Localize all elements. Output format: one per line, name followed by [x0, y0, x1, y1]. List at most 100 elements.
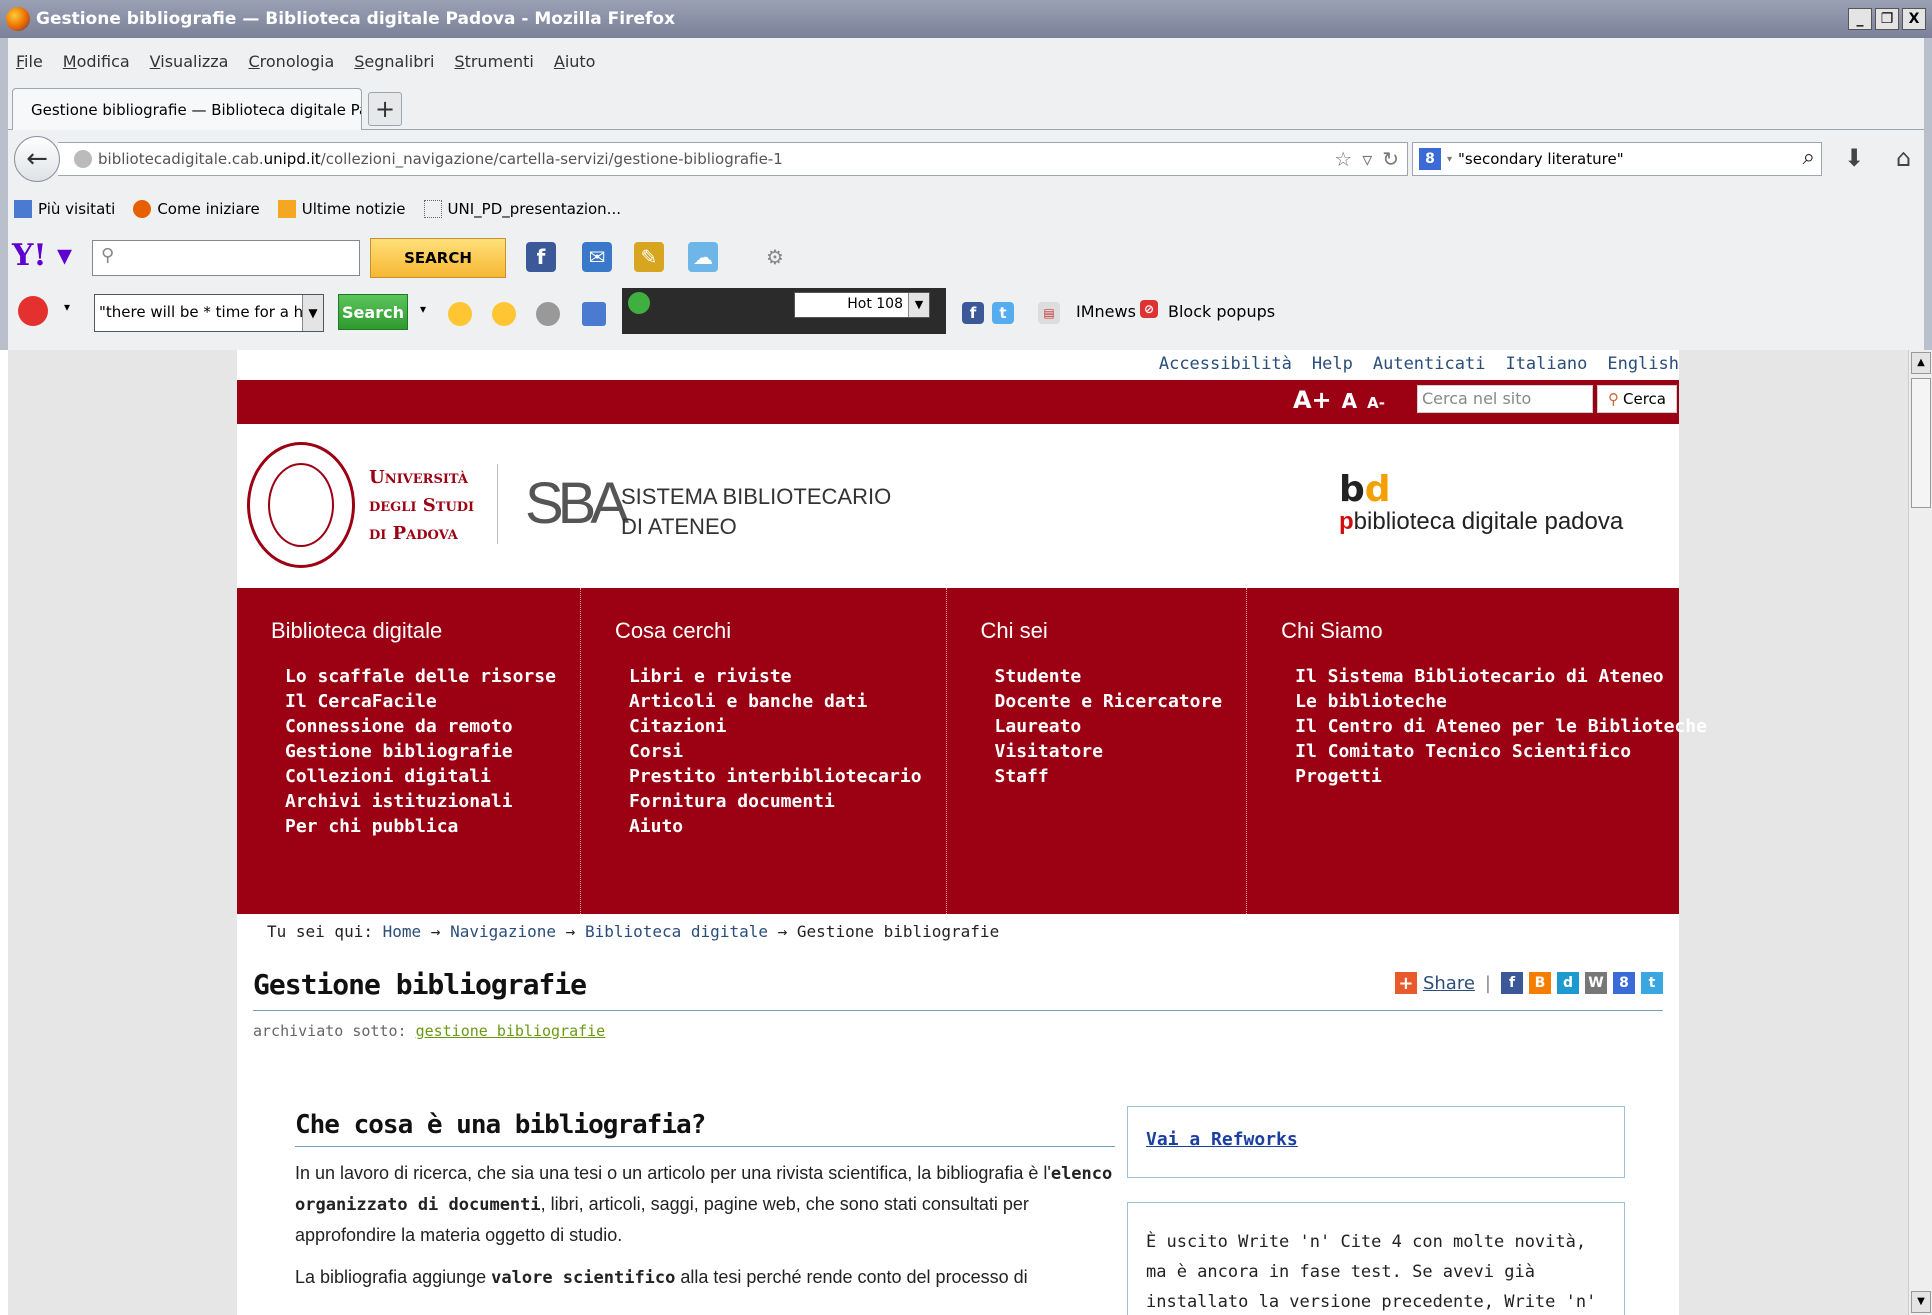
imesh-search-button[interactable]: Search	[338, 294, 408, 330]
menu-file[interactable]: File	[16, 52, 43, 71]
menu-segnalibri[interactable]: Segnalibri	[354, 52, 434, 71]
menu-link[interactable]: Studente	[981, 664, 1223, 689]
menu-cronologia[interactable]: Cronologia	[248, 52, 334, 71]
menu-link[interactable]: Il Sistema Bibliotecario di Ateneo	[1281, 664, 1707, 689]
menu-link[interactable]: Laureato	[981, 714, 1223, 739]
menu-link[interactable]: Le biblioteche	[1281, 689, 1707, 714]
share-link[interactable]: Share	[1423, 973, 1475, 994]
login-link[interactable]: Autenticati	[1373, 354, 1486, 374]
maximize-button[interactable]: ❐	[1875, 8, 1899, 30]
minimize-button[interactable]: _	[1848, 8, 1872, 30]
google-plus-icon[interactable]: 8	[1613, 972, 1635, 994]
accessibility-link[interactable]: Accessibilità	[1159, 354, 1292, 374]
menu-link[interactable]: Lo scaffale delle risorse	[271, 664, 556, 689]
menu-column-title[interactable]: Chi sei	[981, 618, 1223, 644]
twitter-icon[interactable]: t	[1641, 972, 1663, 994]
breadcrumb-navigazione[interactable]: Navigazione	[450, 922, 556, 941]
breadcrumb-biblioteca-digitale[interactable]: Biblioteca digitale	[585, 922, 768, 941]
menu-link[interactable]: Articoli e banche dati	[615, 689, 922, 714]
games-icon[interactable]	[536, 302, 560, 326]
menu-strumenti[interactable]: Strumenti	[454, 52, 533, 71]
vertical-scrollbar[interactable]: ▲ ▼	[1908, 350, 1932, 1315]
block-popups-link[interactable]: Block popups	[1168, 302, 1275, 321]
search-engine-dropdown-icon[interactable]: ▾	[1447, 154, 1452, 165]
menu-link[interactable]: Collezioni digitali	[271, 764, 556, 789]
emoticons-icon[interactable]	[492, 302, 516, 326]
menu-column-title[interactable]: Biblioteca digitale	[271, 618, 556, 644]
url-bar[interactable]: bibliotecadigitale.cab. unipd.it/collezio…	[58, 142, 1408, 176]
yahoo-logo-icon[interactable]: Y! ▾	[12, 238, 72, 273]
menu-column-title[interactable]: Chi Siamo	[1281, 618, 1707, 644]
menu-link[interactable]: Il Centro di Ateneo per le Biblioteche	[1281, 714, 1707, 739]
weather-icon[interactable]: ☁	[688, 242, 718, 272]
italiano-link[interactable]: Italiano	[1505, 354, 1587, 374]
menu-link[interactable]: Docente e Ricercatore	[981, 689, 1223, 714]
scroll-up-arrow-icon[interactable]: ▲	[1911, 352, 1931, 374]
menu-visualizza[interactable]: Visualizza	[150, 52, 229, 71]
tab-active[interactable]: Gestione bibliografie — Biblioteca digit…	[12, 88, 362, 130]
menu-link[interactable]: Libri e riviste	[615, 664, 922, 689]
settings-gear-icon[interactable]: ⚙	[760, 242, 790, 272]
reload-icon[interactable]: ↻	[1382, 147, 1399, 171]
menu-link[interactable]: Corsi	[615, 739, 922, 764]
breadcrumb-home[interactable]: Home	[383, 922, 422, 941]
imesh-logo-icon[interactable]	[18, 296, 48, 326]
menu-link[interactable]: Prestito interbibliotecario	[615, 764, 922, 789]
font-increase-button[interactable]: A+	[1293, 386, 1332, 414]
smiley-icon[interactable]	[448, 302, 472, 326]
bookmark-ultime-notizie[interactable]: Ultime notizie	[277, 200, 406, 219]
downloads-icon[interactable]: ⬇	[1844, 144, 1864, 172]
help-link[interactable]: Help	[1312, 354, 1353, 374]
unipd-logo[interactable]: Università degli Studi di Padova	[369, 464, 474, 548]
menu-link[interactable]: Visitatore	[981, 739, 1223, 764]
web-search-bar[interactable]: 8 ▾ "secondary literature" ⌕	[1412, 142, 1822, 176]
menu-link[interactable]: Archivi istituzionali	[271, 789, 556, 814]
hot-radio-select[interactable]: Hot 108	[794, 292, 930, 318]
wordpress-icon[interactable]: W	[1585, 972, 1607, 994]
screen-icon[interactable]	[582, 302, 606, 326]
refworks-link[interactable]: Vai a Refworks	[1146, 1129, 1298, 1150]
site-identity-icon[interactable]	[74, 150, 92, 168]
twitter-share-icon[interactable]: t	[992, 302, 1014, 324]
menu-link[interactable]: Il CercaFacile	[271, 689, 556, 714]
imesh-menu-dropdown-icon[interactable]: ▾	[64, 300, 70, 314]
back-button[interactable]: ←	[14, 136, 60, 182]
menu-link[interactable]: Aiuto	[615, 814, 922, 839]
home-icon[interactable]: ⌂	[1896, 144, 1911, 172]
menu-link[interactable]: Gestione bibliografie	[271, 739, 556, 764]
yahoo-search-input[interactable]: ⚲	[92, 240, 360, 276]
new-tab-button[interactable]: +	[368, 92, 402, 126]
font-decrease-button[interactable]: A-	[1367, 394, 1385, 412]
menu-link[interactable]: Citazioni	[615, 714, 922, 739]
menu-link[interactable]: Per chi pubblica	[271, 814, 556, 839]
menu-link[interactable]: Staff	[981, 764, 1223, 789]
filed-tag-link[interactable]: gestione bibliografie	[416, 1022, 606, 1040]
facebook-icon[interactable]: f	[1501, 972, 1523, 994]
imesh-query-select[interactable]: "there will be * time for a hund	[94, 294, 324, 332]
menu-link[interactable]: Connessione da remoto	[271, 714, 556, 739]
scroll-down-arrow-icon[interactable]: ▼	[1911, 1291, 1931, 1313]
sba-logo-icon[interactable]: SBA	[525, 474, 629, 534]
menu-aiuto[interactable]: Aiuto	[554, 52, 596, 71]
biblioteca-digitale-logo[interactable]: bd pbiblioteca digitale padova	[1339, 472, 1623, 536]
site-search-button[interactable]: ⚲ Cerca	[1597, 385, 1677, 413]
notepad-icon[interactable]: ✎	[634, 242, 664, 272]
english-link[interactable]: English	[1607, 354, 1679, 374]
bookmark-come-iniziare[interactable]: Come iniziare	[133, 200, 260, 219]
imnews-link[interactable]: IMnews	[1076, 302, 1136, 321]
play-icon[interactable]	[628, 292, 650, 314]
mail-icon[interactable]: ✉	[582, 242, 612, 272]
facebook-share-icon[interactable]: f	[962, 302, 984, 324]
search-engine-icon[interactable]: 8	[1419, 148, 1441, 170]
delicious-icon[interactable]: d	[1557, 972, 1579, 994]
share-plus-icon[interactable]: +	[1394, 972, 1417, 994]
menu-link[interactable]: Il Comitato Tecnico Scientifico	[1281, 739, 1707, 764]
site-search-input[interactable]: Cerca nel sito	[1417, 385, 1593, 413]
menu-column-title[interactable]: Cosa cerchi	[615, 618, 922, 644]
menu-link[interactable]: Fornitura documenti	[615, 789, 922, 814]
imesh-options-dropdown-icon[interactable]: ▾	[420, 302, 426, 316]
menu-link[interactable]: Progetti	[1281, 764, 1707, 789]
blogger-icon[interactable]: B	[1529, 972, 1551, 994]
close-button[interactable]: X	[1902, 8, 1926, 30]
history-dropdown-icon[interactable]: ▿	[1362, 147, 1372, 171]
